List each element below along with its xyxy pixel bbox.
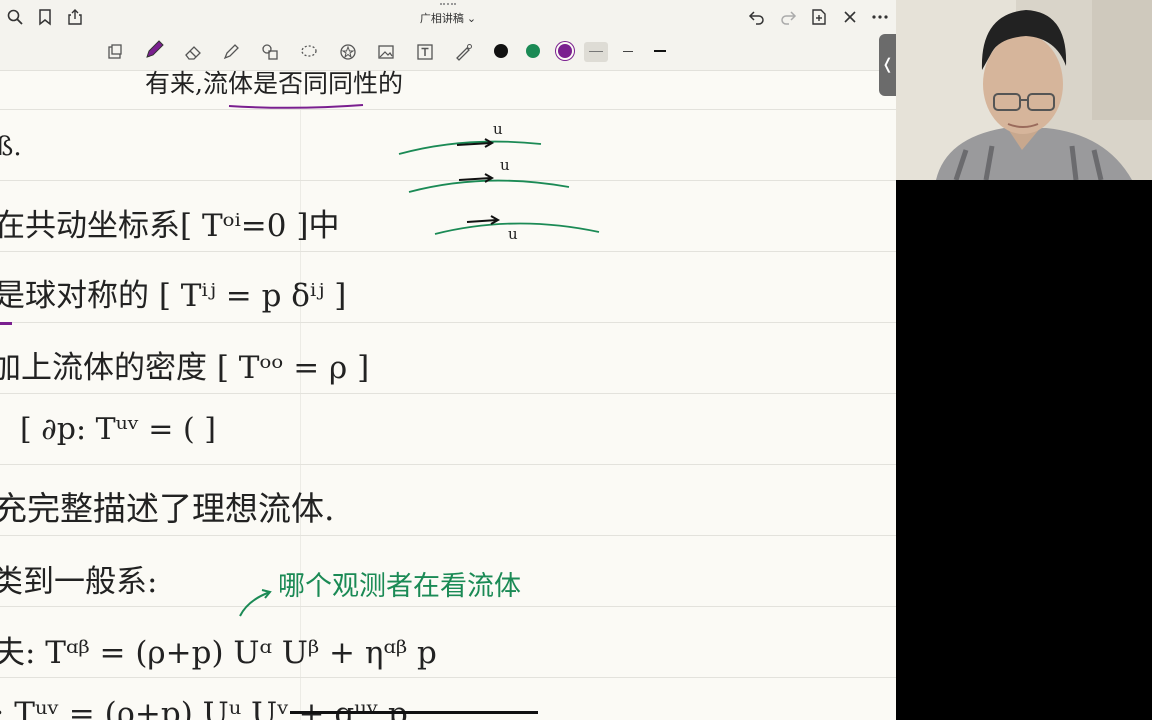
note-page[interactable]: 有来,流体是否同同性的 ß. 在共动坐标系[ Tᵒⁱ=0 ]中 是球对称的 [ … [0, 69, 896, 720]
note-title: 有来,流体是否同同性的 [145, 69, 403, 98]
note-line-7: 类到一般系: [0, 564, 158, 600]
observer-annotation: 哪个观测者在看流体 [278, 571, 521, 602]
ruled-line [0, 677, 896, 678]
ruled-line [0, 535, 896, 536]
strike-line [290, 711, 538, 714]
flow-label-2: u [500, 156, 510, 174]
tools-bar [0, 34, 896, 71]
image-icon[interactable] [376, 42, 396, 62]
note-line-4: 加上流体的密度 [ Tᵒᵒ = ρ ] [0, 350, 370, 386]
flow-lines-sketch [398, 138, 600, 235]
ruled-line [0, 393, 896, 394]
ruled-line [0, 606, 896, 607]
notes-app: 广相讲稿 ⌄ ❬ 有来,流体是否同同性的 ß. 在共动坐标系[Tᵒⁱ=0]中… [0, 0, 896, 720]
add-page-icon[interactable] [810, 8, 828, 26]
note-line-6: 充完整描述了理想流体. [0, 489, 335, 528]
color-green-swatch[interactable] [526, 44, 540, 58]
page-center-guide [300, 70, 301, 720]
ruled-line [0, 464, 896, 465]
pen-icon[interactable] [144, 40, 164, 60]
page-layout-icon[interactable] [105, 42, 125, 62]
redo-icon[interactable] [779, 8, 797, 26]
ruled-line [0, 109, 896, 110]
eraser-icon[interactable] [183, 42, 203, 62]
color-black-swatch[interactable] [494, 44, 508, 58]
stroke-medium-option[interactable] [616, 42, 640, 62]
stroke-thin-option[interactable] [584, 42, 608, 62]
note-line-2: 在共动坐标系[ Tᵒⁱ=0 ]中 [0, 208, 340, 244]
annotation-arrow [239, 589, 272, 617]
sticker-icon[interactable] [338, 42, 358, 62]
webcam-overlay [896, 0, 1152, 180]
margin-mark [0, 322, 12, 325]
close-icon[interactable] [841, 8, 859, 26]
laser-pointer-icon[interactable] [454, 42, 474, 62]
color-purple-swatch[interactable] [558, 44, 572, 58]
stroke-thick-option[interactable] [648, 42, 672, 62]
note-line-8: 夫: Tᵅᵝ = (ρ+p) Uᵅ Uᵝ + ηᵅᵝ p [0, 635, 437, 671]
more-icon[interactable] [871, 8, 889, 26]
title-bar: 广相讲稿 ⌄ [0, 0, 896, 35]
shapes-icon[interactable] [260, 42, 280, 62]
note-line-3: 是球对称的 [ Tⁱʲ = p δⁱʲ ] [0, 278, 347, 314]
note-line-9: ; Tᵘᵛ = (ρ+p) Uᵘ Uᵛ + gᵘᵛ p [0, 696, 408, 720]
window-grip[interactable] [440, 3, 456, 8]
undo-icon[interactable] [748, 8, 766, 26]
ruled-line [0, 322, 896, 323]
flow-label-1: u [493, 120, 503, 138]
flow-label-3: u [508, 225, 518, 243]
lasso-icon[interactable] [299, 42, 319, 62]
title-underline [228, 104, 364, 109]
text-icon[interactable] [415, 42, 435, 62]
note-line-5: [ ∂p: Tᵘᵛ = ( ] [20, 412, 216, 447]
note-line-1: ß. [0, 132, 22, 162]
highlighter-icon[interactable] [221, 42, 241, 62]
